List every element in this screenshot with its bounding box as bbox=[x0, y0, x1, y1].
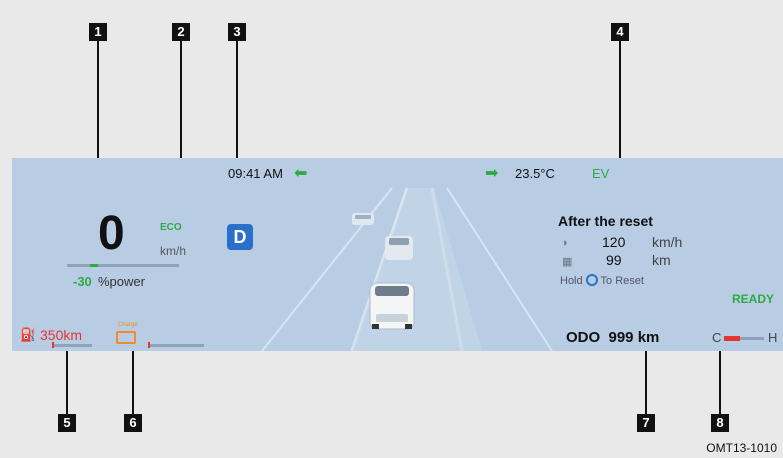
power-unit: %power bbox=[98, 274, 145, 289]
power-bar bbox=[67, 264, 179, 267]
hold-to-reset: Hold To Reset bbox=[560, 274, 644, 287]
outside-temperature: 23.5°C bbox=[515, 166, 555, 181]
callout-2: 2 bbox=[172, 23, 190, 41]
range-bar bbox=[52, 344, 92, 347]
hold-label: Hold bbox=[560, 275, 583, 287]
clock: 09:41 AM bbox=[228, 166, 283, 181]
leader-5 bbox=[66, 347, 68, 414]
leader-7 bbox=[645, 347, 647, 414]
trip-distance-value: 99 bbox=[606, 252, 622, 268]
leader-6 bbox=[132, 347, 134, 414]
car-mid-icon bbox=[385, 236, 413, 260]
callout-4: 4 bbox=[611, 23, 629, 41]
ready-indicator: READY bbox=[732, 292, 775, 306]
charge-label: Charge bbox=[118, 322, 138, 328]
trip-speed-unit: km/h bbox=[652, 234, 683, 250]
right-arrow-icon: ➡ bbox=[485, 165, 499, 182]
battery-icon bbox=[116, 331, 136, 344]
temp-cold-label: C bbox=[712, 330, 722, 345]
temp-gauge-fill bbox=[724, 336, 740, 341]
odometer: ODO 999 km bbox=[566, 329, 660, 346]
speed-unit: km/h bbox=[160, 244, 187, 258]
power-value: -30 bbox=[73, 274, 92, 289]
eco-indicator: ECO bbox=[160, 222, 182, 233]
trip-title: After the reset bbox=[558, 213, 653, 229]
left-arrow-icon: ⬅ bbox=[294, 165, 308, 182]
car-ego-icon bbox=[369, 282, 415, 330]
power-bar-fill bbox=[90, 264, 98, 267]
range-bar-marker bbox=[52, 342, 54, 348]
instrument-cluster: 09:41 AM ⬅ ➡ 23.5°C EV 0 ECO km/h -30 %p… bbox=[12, 158, 783, 351]
distance-icon: ▦ bbox=[562, 256, 573, 268]
document-code: OMT13-1010 bbox=[706, 441, 777, 455]
leader-8 bbox=[719, 347, 721, 414]
drive-mode-ev: EV bbox=[592, 166, 610, 181]
reset-button-icon bbox=[585, 274, 598, 286]
trip-distance-unit: km bbox=[652, 252, 671, 268]
charge-bar-marker bbox=[148, 342, 150, 348]
car-far-icon bbox=[352, 213, 374, 225]
callout-6: 6 bbox=[124, 414, 142, 432]
callout-8: 8 bbox=[711, 414, 729, 432]
callout-1: 1 bbox=[89, 23, 107, 41]
range-value: 350km bbox=[40, 327, 83, 343]
speed-value: 0 bbox=[98, 207, 125, 260]
speed-icon: ◗ bbox=[562, 237, 569, 249]
trip-speed-value: 120 bbox=[602, 234, 626, 250]
gear-indicator: D bbox=[227, 224, 253, 250]
callout-7: 7 bbox=[637, 414, 655, 432]
callout-3: 3 bbox=[228, 23, 246, 41]
reset-label: To Reset bbox=[600, 275, 644, 287]
fuel-icon: ⛽ bbox=[20, 327, 37, 342]
charge-bar bbox=[148, 344, 204, 347]
temp-hot-label: H bbox=[768, 330, 778, 345]
callout-5: 5 bbox=[58, 414, 76, 432]
